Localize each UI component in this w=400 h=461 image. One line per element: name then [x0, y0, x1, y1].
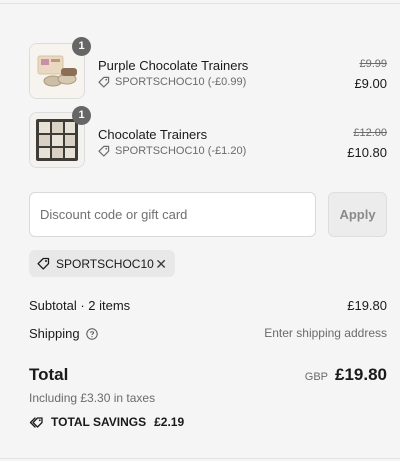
quantity-badge: 1 [72, 37, 91, 56]
line-item: 1 Purple Chocolate Trainers SPORTSCHOC10… [29, 37, 387, 101]
product-name: Chocolate Trainers [98, 127, 208, 142]
original-price: £9.99 [359, 58, 387, 70]
product-discount: SPORTSCHOC10 (-£0.99) [98, 76, 246, 88]
top-divider [0, 3, 400, 4]
bottom-divider [0, 458, 400, 459]
taxes-note: Including £3.30 in taxes [29, 391, 156, 405]
shipping-value: Enter shipping address [264, 326, 387, 340]
product-discount-text: SPORTSCHOC10 (-£0.99) [115, 76, 247, 88]
subtotal-label: Subtotal · 2 items [29, 298, 131, 313]
discounted-price: £10.80 [347, 145, 387, 160]
discount-code-input[interactable] [29, 192, 316, 237]
savings-value: £2.19 [154, 415, 185, 429]
quantity-badge: 1 [72, 106, 91, 125]
savings-tag-icon [29, 416, 43, 428]
shipping-label-group: Shipping [29, 326, 98, 341]
subtotal-value: £19.80 [347, 298, 387, 313]
discounted-price: £9.00 [354, 76, 387, 91]
total-amount: GBP £19.80 [305, 365, 387, 385]
product-discount-text: SPORTSCHOC10 (-£1.20) [115, 145, 247, 157]
tag-icon [98, 145, 110, 157]
close-icon[interactable]: ✕ [155, 257, 167, 271]
total-label: Total [29, 365, 69, 384]
tag-icon [37, 257, 50, 270]
product-name: Purple Chocolate Trainers [98, 58, 249, 73]
shipping-label: Shipping [29, 326, 80, 341]
help-icon[interactable] [85, 327, 98, 340]
total-value: £19.80 [335, 365, 387, 384]
currency-code: GBP [304, 371, 328, 383]
product-discount: SPORTSCHOC10 (-£1.20) [98, 145, 246, 157]
line-item: 1 Chocolate Trainers SPORTSCHOC10 (-£1.2… [29, 106, 387, 170]
savings-label: TOTAL SAVINGS [51, 415, 147, 429]
applied-code-text: SPORTSCHOC10 [56, 256, 154, 271]
original-price: £12.00 [353, 127, 387, 139]
tag-icon [98, 76, 110, 88]
applied-code-chip: SPORTSCHOC10 ✕ [29, 250, 175, 277]
total-savings: TOTAL SAVINGS £2.19 [29, 415, 184, 429]
apply-button[interactable]: Apply [328, 192, 387, 237]
